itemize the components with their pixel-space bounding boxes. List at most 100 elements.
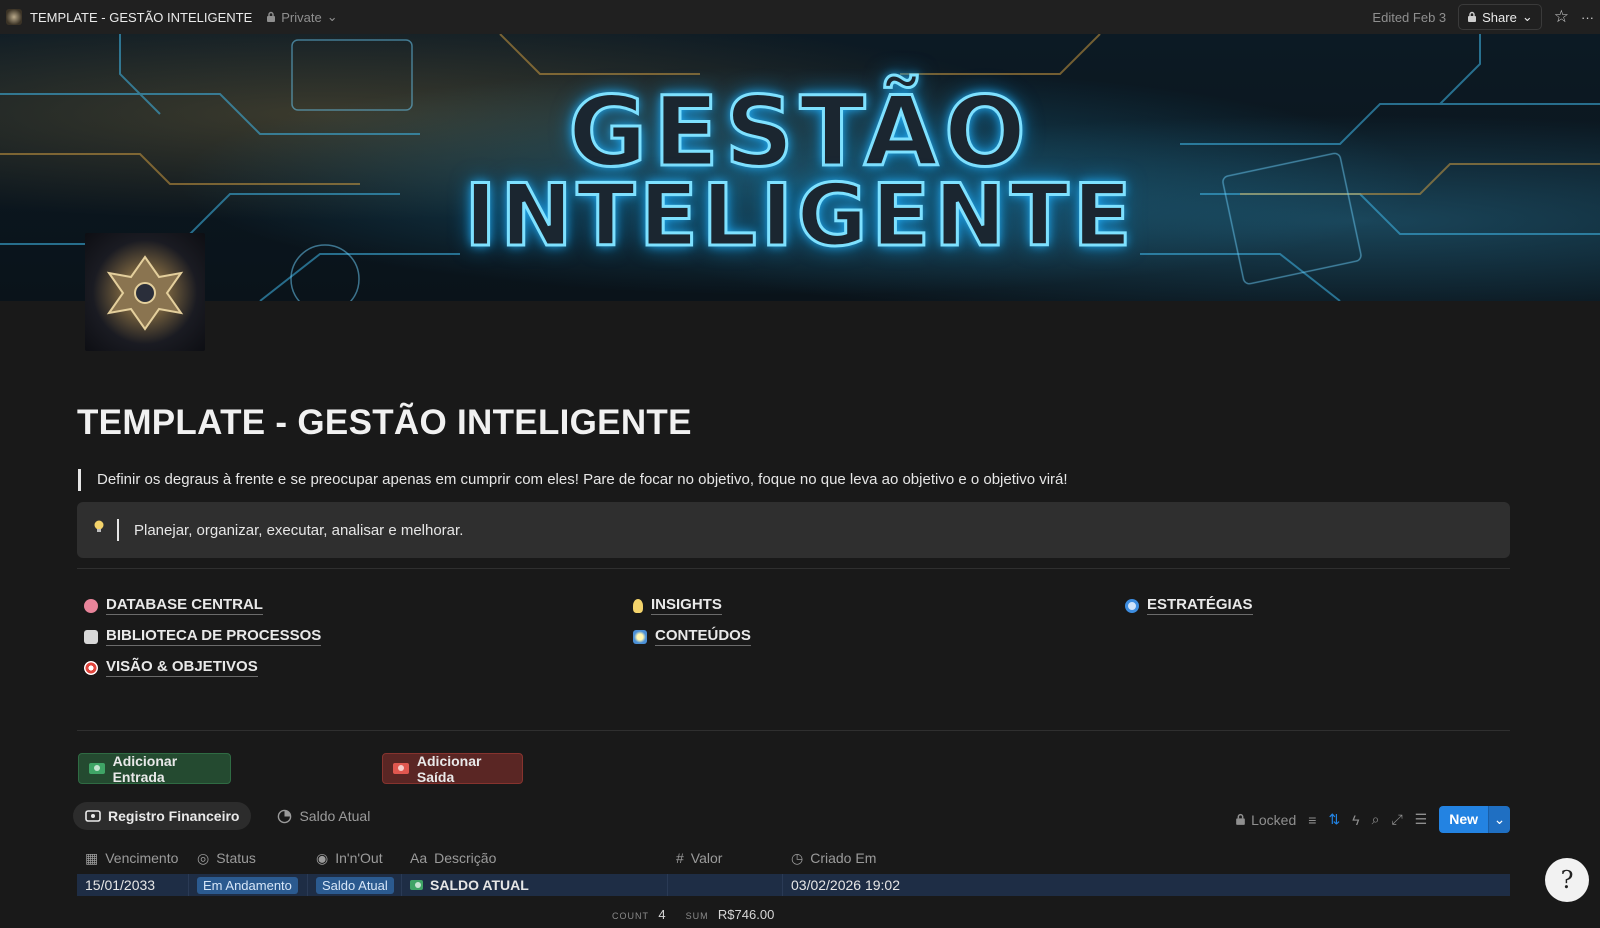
inout-badge: Saldo Atual (316, 876, 394, 894)
sum-aggregate[interactable]: SUM R$746.00 (686, 907, 775, 922)
calendar-icon: ▦ (85, 849, 99, 866)
cell-descricao[interactable]: SALDO ATUAL (402, 874, 668, 896)
section-divider (77, 730, 1510, 731)
money-icon (89, 763, 105, 774)
callout-block: Planejar, organizar, executar, analisar … (77, 502, 1510, 558)
table-row[interactable]: 15/01/2033 Em Andamento Saldo Atual SALD… (77, 874, 1510, 896)
cell-status[interactable]: Em Andamento (189, 874, 308, 896)
link-visao-objetivos[interactable]: VISÃO & OBJETIVOS (84, 658, 258, 677)
target-icon (84, 660, 98, 675)
star-icon[interactable]: ☆ (1554, 7, 1569, 27)
cell-valor[interactable] (668, 874, 783, 896)
select-icon: ◉ (316, 849, 329, 866)
new-label[interactable]: New (1439, 806, 1488, 833)
tab-label: Registro Financeiro (108, 808, 240, 824)
link-label: DATABASE CENTRAL (106, 596, 263, 615)
callout-divider (117, 519, 119, 541)
column-valor[interactable]: # Valor (668, 850, 783, 866)
locked-label: Locked (1251, 811, 1297, 828)
emblem-icon (106, 255, 184, 331)
privacy-label: Private (281, 9, 322, 25)
brain-icon (84, 598, 98, 613)
clock-icon: ◷ (791, 849, 804, 866)
quote-block: Definir os degraus à frente e se preocup… (78, 469, 1068, 491)
sum-value: R$746.00 (717, 907, 775, 922)
count-label: COUNT (612, 911, 649, 921)
link-insights[interactable]: INSIGHTS (633, 596, 722, 615)
count-value: 4 (658, 907, 666, 922)
chevron-down-icon: ⌄ (326, 9, 338, 24)
topbar-actions: Edited Feb 3 Share ⌄ ☆ ··· (1372, 4, 1594, 30)
share-button[interactable]: Share ⌄ (1458, 4, 1542, 30)
status-badge: Em Andamento (197, 876, 298, 894)
cell-criado-em[interactable]: 03/02/2026 19:02 (783, 874, 1510, 896)
tab-label: Saldo Atual (299, 808, 371, 824)
link-label: ESTRATÉGIAS (1147, 596, 1253, 615)
cell-vencimento[interactable]: 15/01/2033 (77, 874, 189, 896)
edited-timestamp: Edited Feb 3 (1372, 9, 1447, 25)
chevron-down-icon[interactable]: ⌄ (1488, 806, 1510, 833)
pie-chart-icon (278, 809, 292, 823)
locked-indicator[interactable]: Locked (1235, 812, 1296, 828)
tab-registro-financeiro[interactable]: Registro Financeiro (73, 802, 252, 830)
automation-icon[interactable]: ϟ (1352, 812, 1359, 828)
link-biblioteca-processos[interactable]: BIBLIOTECA DE PROCESSOS (84, 627, 322, 646)
cell-inout[interactable]: Saldo Atual (308, 874, 402, 896)
chevron-down-icon: ⌄ (1521, 9, 1533, 24)
column-label: In'n'Out (335, 850, 383, 866)
lock-icon (267, 11, 276, 22)
lightbulb-icon (633, 598, 643, 613)
count-aggregate[interactable]: COUNT 4 (612, 907, 666, 922)
column-label: Status (216, 850, 256, 866)
descricao-text: SALDO ATUAL (430, 877, 529, 893)
sparkle-icon (633, 629, 647, 644)
top-bar: TEMPLATE - GESTÃO INTELIGENTE Private ⌄ … (0, 0, 1600, 34)
page-icon[interactable] (85, 233, 205, 351)
link-database-central[interactable]: DATABASE CENTRAL (84, 596, 263, 615)
page-title: TEMPLATE - GESTÃO INTELIGENTE (77, 403, 692, 442)
callout-text: Planejar, organizar, executar, analisar … (134, 521, 464, 539)
help-assistant-icon[interactable]: ? (1545, 858, 1589, 902)
cyclone-icon (1125, 598, 1139, 613)
cover-banner: GESTÃO INTELIGENTE (0, 34, 1600, 301)
page-emblem-icon (6, 9, 22, 25)
sort-icon[interactable]: ⇅ (1328, 811, 1340, 828)
link-label: VISÃO & OBJETIVOS (106, 658, 258, 677)
column-descricao[interactable]: Aa Descrição (402, 850, 668, 866)
lock-icon (1236, 813, 1245, 825)
search-icon[interactable]: ⌕ (1372, 811, 1380, 828)
expand-icon[interactable]: ⤢ (1391, 811, 1402, 828)
share-label: Share (1482, 9, 1517, 25)
column-status[interactable]: ◎ Status (189, 850, 308, 867)
filter-icon[interactable]: ≡ (1308, 812, 1316, 828)
number-icon: # (676, 850, 684, 866)
column-label: Descrição (434, 850, 497, 866)
add-saida-button[interactable]: Adicionar Saída (382, 753, 523, 785)
link-conteudos[interactable]: CONTEÚDOS (633, 627, 751, 646)
more-icon[interactable]: ··· (1581, 10, 1594, 25)
breadcrumb-title[interactable]: TEMPLATE - GESTÃO INTELIGENTE (30, 10, 252, 25)
column-criado-em[interactable]: ◷ Criado Em (783, 850, 983, 867)
new-record-button[interactable]: New ⌄ (1439, 806, 1510, 833)
link-label: BIBLIOTECA DE PROCESSOS (106, 627, 322, 646)
link-label: CONTEÚDOS (655, 627, 751, 646)
banner-headline-bottom: INTELIGENTE (463, 165, 1136, 268)
column-label: Criado Em (810, 850, 877, 866)
link-estrategias[interactable]: ESTRATÉGIAS (1125, 596, 1253, 615)
sum-label: SUM (685, 911, 709, 921)
table-header: ▦ Vencimento ◎ Status ◉ In'n'Out Aa Desc… (77, 845, 1510, 871)
tab-saldo-atual[interactable]: Saldo Atual (265, 802, 382, 830)
status-icon: ◎ (197, 849, 210, 866)
column-inout[interactable]: ◉ In'n'Out (308, 850, 402, 867)
table-footer: COUNT 4 SUM R$746.00 (612, 907, 774, 922)
scroll-icon (84, 629, 98, 644)
text-icon: Aa (410, 850, 428, 866)
add-entrada-button[interactable]: Adicionar Entrada (78, 752, 231, 785)
button-label: Adicionar Entrada (112, 752, 178, 785)
column-vencimento[interactable]: ▦ Vencimento (77, 850, 189, 867)
privacy-menu[interactable]: Private ⌄ (266, 9, 338, 25)
view-tabs: Registro Financeiro Saldo Atual (73, 802, 382, 830)
money-icon (393, 763, 409, 774)
settings-icon[interactable]: ☰ (1415, 811, 1428, 828)
lightbulb-icon (94, 520, 104, 532)
